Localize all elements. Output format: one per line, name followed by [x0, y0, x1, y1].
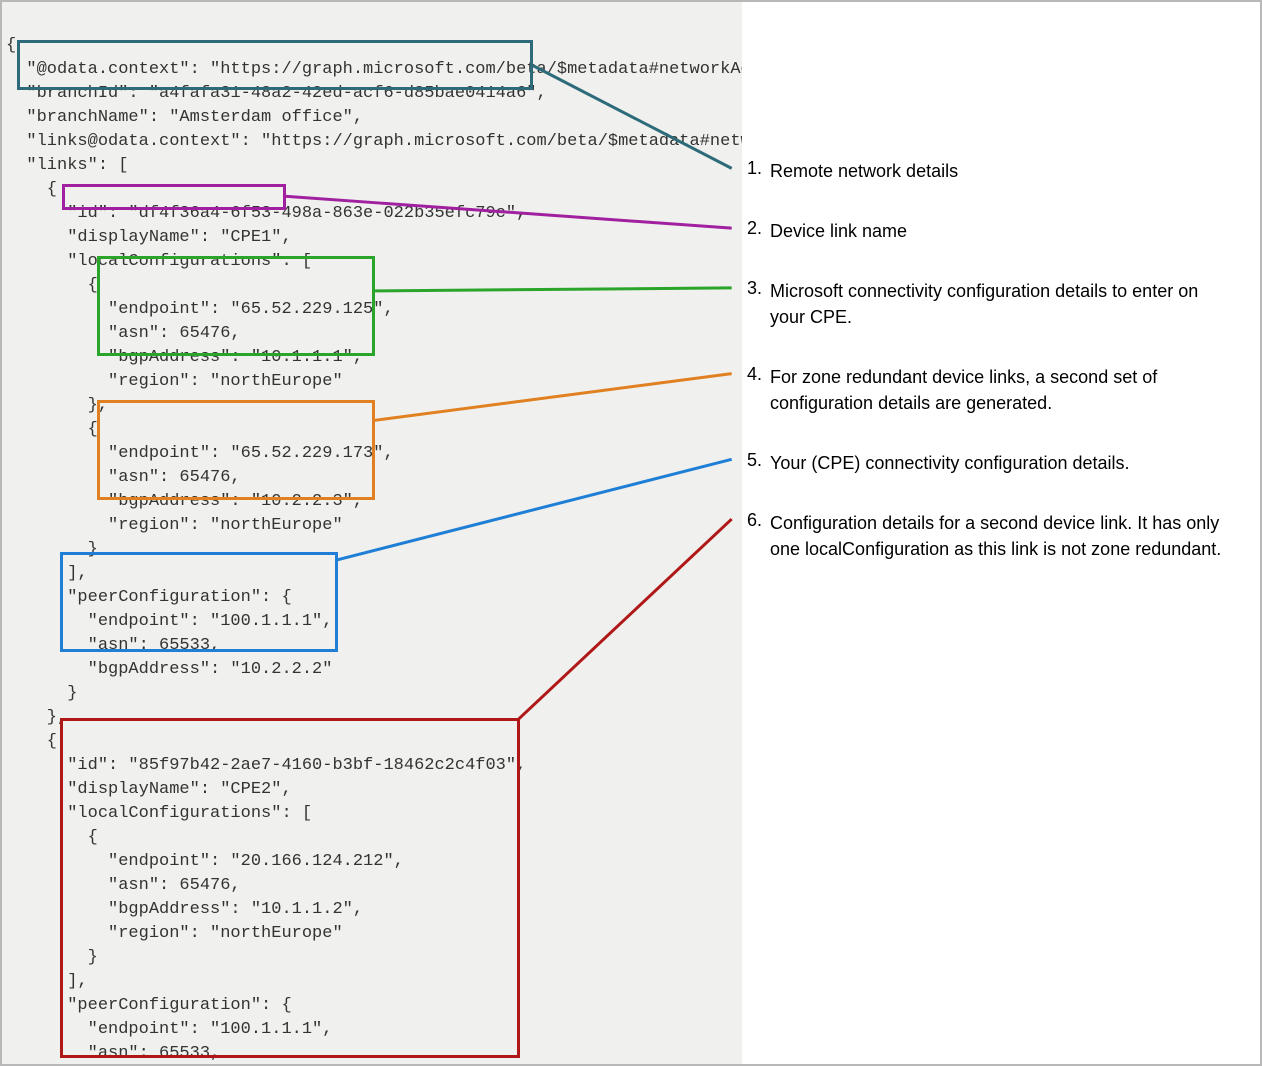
code-line: "bgpAddress": "10.1.1.1", [6, 348, 363, 367]
annotation-list: 1. Remote network details 2. Device link… [742, 2, 1260, 1064]
annotation-number: 5. [742, 450, 770, 471]
code-line: "@odata.context": "https://graph.microso… [6, 60, 761, 79]
annotation-text: Configuration details for a second devic… [770, 510, 1230, 562]
code-line: { [6, 180, 57, 199]
code-line: "links": [ [6, 156, 128, 175]
annotation-text: Microsoft connectivity configuration det… [770, 278, 1230, 330]
code-line: "peerConfiguration": { [6, 996, 292, 1015]
code-line: "bgpAddress": "10.1.1.2", [6, 900, 363, 919]
code-line: "endpoint": "65.52.229.125", [6, 300, 394, 319]
code-line: { [6, 276, 98, 295]
code-line: "endpoint": "100.1.1.1", [6, 1020, 332, 1039]
code-line: { [6, 420, 98, 439]
code-line: "displayName": "CPE1", [6, 228, 292, 247]
annotation-item: 1. Remote network details [742, 158, 1230, 184]
code-line: }, [6, 396, 108, 415]
code-line: "asn": 65476, [6, 876, 241, 895]
code-line: "asn": 65476, [6, 324, 241, 343]
code-line: ], [6, 972, 88, 991]
annotation-text: Your (CPE) connectivity configuration de… [770, 450, 1230, 476]
annotation-number: 2. [742, 218, 770, 239]
code-line: } [6, 540, 98, 559]
code-line: { [6, 732, 57, 751]
annotation-item: 6. Configuration details for a second de… [742, 510, 1230, 562]
code-line: "bgpAddress": "10.2.2.3", [6, 492, 363, 511]
code-line: "asn": 65533, [6, 636, 220, 655]
code-line: "region": "northEurope" [6, 372, 343, 391]
code-line: "branchId": "a4fafa31-48a2-42ed-acf6-d85… [6, 84, 547, 103]
code-line: "region": "northEurope" [6, 516, 343, 535]
code-line: "id": "df4f36a4-6f53-498a-863e-022b35efc… [6, 204, 526, 223]
annotation-item: 3. Microsoft connectivity configuration … [742, 278, 1230, 330]
code-line: "localConfigurations": [ [6, 252, 312, 271]
diagram-frame: { "@odata.context": "https://graph.micro… [0, 0, 1262, 1066]
code-line: "links@odata.context": "https://graph.mi… [6, 132, 761, 151]
annotation-item: 5. Your (CPE) connectivity configuration… [742, 450, 1230, 476]
code-line: "endpoint": "100.1.1.1", [6, 612, 332, 631]
code-line: } [6, 684, 77, 703]
code-line: "endpoint": "65.52.229.173", [6, 444, 394, 463]
code-line: "asn": 65476, [6, 468, 241, 487]
annotation-number: 3. [742, 278, 770, 299]
code-line: "peerConfiguration": { [6, 588, 292, 607]
code-line: "localConfigurations": [ [6, 804, 312, 823]
annotation-number: 1. [742, 158, 770, 179]
code-line: "id": "85f97b42-2ae7-4160-b3bf-18462c2c4… [6, 756, 526, 775]
code-line: "bgpAddress": "10.2.2.2" [6, 660, 332, 679]
code-line: { [6, 828, 98, 847]
code-line: "branchName": "Amsterdam office", [6, 108, 363, 127]
code-line: }, [6, 708, 67, 727]
code-line: "asn": 65533, [6, 1044, 220, 1063]
annotation-item: 2. Device link name [742, 218, 1230, 244]
annotation-text: Device link name [770, 218, 1230, 244]
annotation-number: 4. [742, 364, 770, 385]
code-line: "region": "northEurope" [6, 924, 343, 943]
code-line: "endpoint": "20.166.124.212", [6, 852, 404, 871]
annotation-text: For zone redundant device links, a secon… [770, 364, 1230, 416]
annotation-number: 6. [742, 510, 770, 531]
code-line: ], [6, 564, 88, 583]
annotation-text: Remote network details [770, 158, 1230, 184]
code-line: "displayName": "CPE2", [6, 780, 292, 799]
annotation-item: 4. For zone redundant device links, a se… [742, 364, 1230, 416]
code-line: } [6, 948, 98, 967]
json-code-block: { "@odata.context": "https://graph.micro… [2, 2, 742, 1064]
code-line: { [6, 36, 16, 55]
